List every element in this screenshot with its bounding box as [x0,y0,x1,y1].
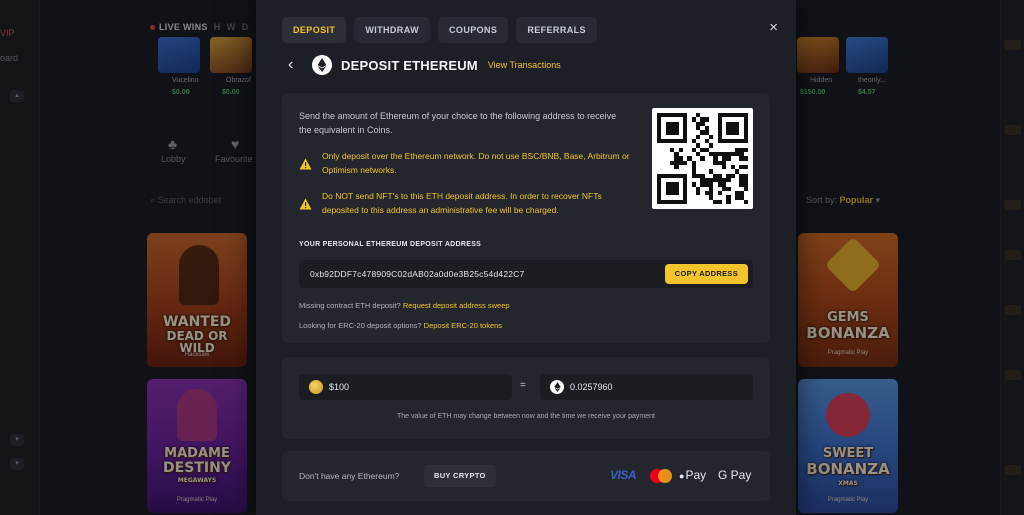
coins-amount-number: 100 [334,382,350,392]
buy-crypto-panel: Don't have any Ethereum? BUY CRYPTO VISA… [282,451,770,501]
warning-text: Do NOT send NFT's to this ETH deposit ad… [322,191,602,215]
deposit-erc20-link[interactable]: Deposit ERC-20 tokens [424,321,502,330]
deposit-address-field[interactable]: 0xb92DDF7c478909C02dAB02a0d0e3B25c54d422… [299,260,753,288]
buy-crypto-button[interactable]: BUY CRYPTO [424,465,496,487]
close-icon[interactable]: × [769,19,778,36]
google-pay-icon: G Pay [718,468,752,482]
qr-code-pattern [657,113,748,204]
coins-amount-input[interactable]: $100 [299,374,512,400]
missing-contract-text: Missing contract ETH deposit? [299,301,401,310]
warning-icon [299,197,313,217]
erc20-note: Looking for ERC-20 deposit options? Depo… [299,321,502,330]
deposit-modal: DEPOSIT WITHDRAW COUPONS REFERRALS × ‹ D… [256,0,796,515]
missing-contract-note: Missing contract ETH deposit? Request de… [299,301,510,310]
modal-tabs: DEPOSIT WITHDRAW COUPONS REFERRALS [282,17,597,43]
ethereum-icon [550,380,564,394]
apple-logo-icon: ● [679,471,685,481]
nft-warning: Do NOT send NFT's to this ETH deposit ad… [299,189,639,217]
erc20-text: Looking for ERC-20 deposit options? [299,321,422,330]
deposit-qr-code [652,108,753,209]
apple-pay-label: Pay [685,468,707,482]
no-ethereum-text: Don't have any Ethereum? [299,471,400,481]
address-label: YOUR PERSONAL ETHEREUM DEPOSIT ADDRESS [299,241,482,248]
visa-icon: VISA [610,468,637,482]
tab-deposit[interactable]: DEPOSIT [282,17,347,43]
modal-header: ‹ DEPOSIT ETHEREUM View Transactions [288,55,561,75]
deposit-address-value[interactable]: 0xb92DDF7c478909C02dAB02a0d0e3B25c54d422… [310,260,524,288]
conversion-panel: $100 = 0.0257960 The value of ETH may ch… [282,357,770,439]
apple-pay-icon: ●Pay [679,468,706,482]
equals-sign: = [520,380,526,391]
eth-amount-value: 0.0257960 [570,382,613,392]
request-sweep-link[interactable]: Request deposit address sweep [403,301,510,310]
deposit-instructions: Send the amount of Ethereum of your choi… [299,111,617,135]
warning-text: Only deposit over the Ethereum network. … [322,151,630,175]
network-warning: Only deposit over the Ethereum network. … [299,149,639,177]
tab-referrals[interactable]: REFERRALS [516,17,597,43]
mastercard-icon [650,469,672,483]
warning-icon [299,157,313,177]
ethereum-icon [312,55,332,75]
rate-disclaimer: The value of ETH may change between now … [397,413,655,420]
page-title: DEPOSIT ETHEREUM [341,57,478,73]
tab-coupons[interactable]: COUPONS [438,17,509,43]
eth-amount-input[interactable]: 0.0257960 [540,374,753,400]
coin-icon [309,380,323,394]
copy-address-button[interactable]: COPY ADDRESS [664,264,748,284]
deposit-address-panel: Send the amount of Ethereum of your choi… [282,93,770,343]
back-chevron-icon[interactable]: ‹ [288,56,302,74]
view-transactions-link[interactable]: View Transactions [488,60,561,70]
coins-amount-value: $100 [329,382,350,392]
tab-withdraw[interactable]: WITHDRAW [354,17,431,43]
